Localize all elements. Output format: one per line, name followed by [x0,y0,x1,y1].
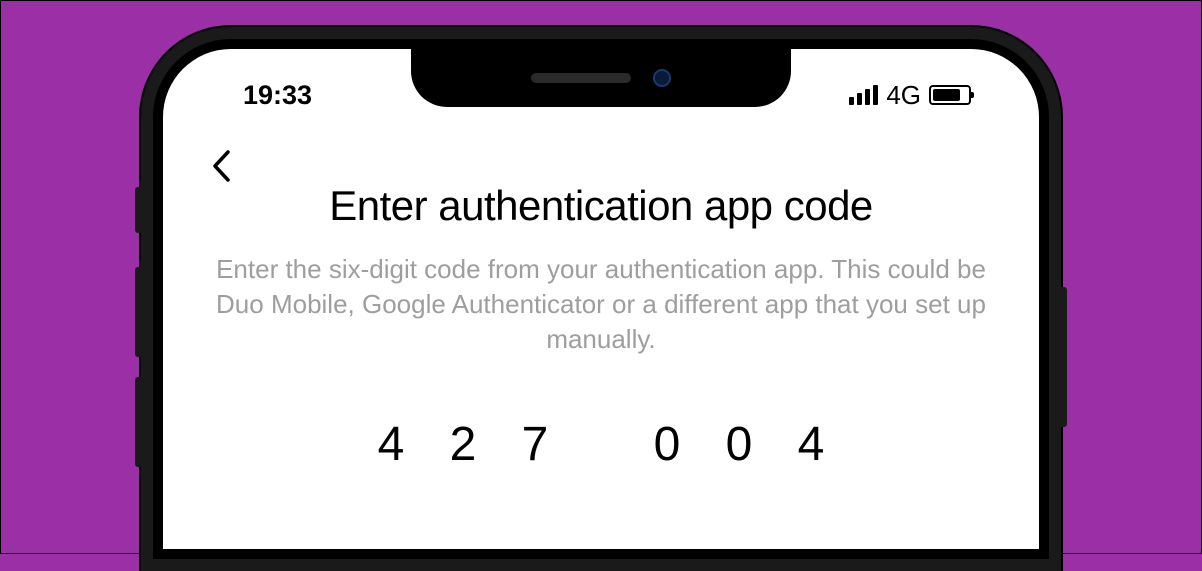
speaker-grille [531,73,631,83]
code-digit-2[interactable]: 2 [427,417,499,472]
code-input-row[interactable]: 4 2 7 0 0 4 [203,417,999,472]
phone-screen: 19:33 4G Enter authentic [163,49,1039,549]
signal-strength-icon [849,85,878,105]
page-description: Enter the six-digit code from your authe… [203,252,999,357]
code-digit-1[interactable]: 4 [355,417,427,472]
status-indicators: 4G [849,80,991,111]
volume-down-button [135,377,141,467]
page-title: Enter authentication app code [203,182,999,230]
screen-content: Enter authentication app code Enter the … [163,119,1039,472]
front-camera [653,69,671,87]
status-time: 19:33 [211,80,312,111]
phone-frame: 19:33 4G Enter authentic [141,27,1061,571]
code-digit-3[interactable]: 7 [499,417,571,472]
battery-fill [933,89,960,101]
network-type-label: 4G [886,80,921,111]
phone-bezel: 19:33 4G Enter authentic [153,39,1049,559]
chevron-left-icon [211,149,231,183]
phone-notch [411,49,791,107]
code-digit-6[interactable]: 4 [775,417,847,472]
code-digit-4[interactable]: 0 [631,417,703,472]
volume-up-button [135,267,141,357]
code-digit-5[interactable]: 0 [703,417,775,472]
power-button [1061,287,1067,427]
mute-switch [135,187,141,233]
battery-icon [929,85,971,105]
